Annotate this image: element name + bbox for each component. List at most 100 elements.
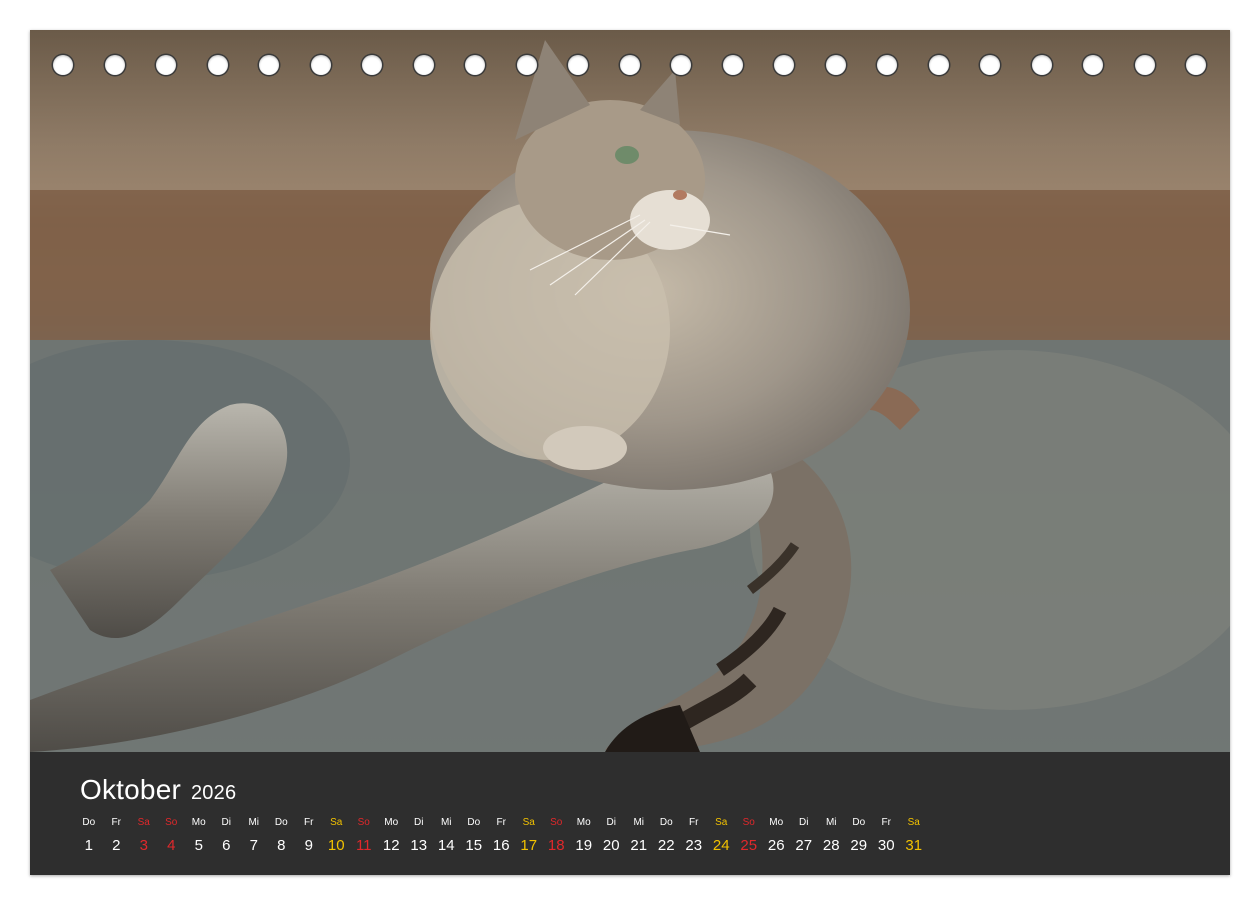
binding-hole: [53, 55, 73, 75]
binding-hole: [671, 55, 691, 75]
weekday-label: So: [357, 817, 370, 828]
day-number: 11: [355, 837, 372, 854]
binding-hole: [104, 55, 125, 75]
day-number: 31: [905, 837, 923, 854]
binding-hole: [413, 55, 434, 75]
day-number: 18: [547, 837, 565, 854]
binding-hole: [619, 55, 640, 75]
binding-hole: [310, 55, 331, 75]
day-number: 1: [84, 837, 93, 854]
day-cell: Sa 17: [515, 816, 543, 855]
binding-hole: [774, 55, 794, 75]
day-number: 7: [249, 837, 258, 854]
day-cell: Sa 24: [708, 816, 736, 855]
day-cell: Do 8: [268, 816, 296, 855]
day-cell: Di 6: [213, 816, 241, 855]
day-number: 23: [685, 837, 703, 854]
weekday-label: So: [742, 817, 755, 828]
binding-hole: [722, 55, 743, 75]
day-cell: Mo 5: [185, 816, 213, 855]
day-number: 2: [112, 837, 121, 854]
binding-hole: [980, 55, 1000, 75]
day-number: 25: [740, 837, 758, 854]
weekday-label: Sa: [137, 817, 150, 828]
weekday-label: So: [550, 817, 563, 828]
binding-hole: [465, 55, 485, 75]
weekday-label: Mi: [248, 817, 260, 828]
day-number: 17: [520, 837, 538, 854]
binding-hole: [207, 55, 228, 75]
weekday-label: Do: [82, 817, 96, 828]
binding-hole: [1134, 55, 1155, 75]
weekday-label: So: [165, 817, 178, 828]
day-cell: Mo 19: [570, 816, 598, 855]
weekday-label: Sa: [715, 817, 728, 828]
day-cell: Do 15: [460, 816, 488, 855]
binding-hole: [1031, 55, 1052, 75]
weekday-label: Do: [467, 817, 481, 828]
day-number: 13: [410, 837, 428, 854]
weekday-label: Mo: [191, 817, 206, 828]
weekday-label: Sa: [907, 817, 920, 828]
day-cell: Do 29: [845, 816, 873, 855]
weekday-label: Fr: [111, 817, 121, 828]
day-cell: Mo 26: [763, 816, 791, 855]
day-number: 21: [630, 837, 648, 854]
day-number: 9: [304, 837, 313, 854]
day-number: 22: [657, 837, 675, 854]
weekday-label: Do: [852, 817, 866, 828]
weekday-label: Mo: [384, 817, 399, 828]
binding-hole: [1186, 55, 1206, 75]
weekday-label: Mi: [440, 817, 452, 828]
weekday-label: Mo: [769, 817, 784, 828]
day-cell: Fr 23: [680, 816, 708, 855]
day-cell: Sa 3: [130, 816, 158, 855]
day-number: 30: [877, 837, 895, 854]
calendar-page: Oktober 2026 Do 1 Fr 2 Sa 3 So 4 Mo 5 Di 6 Mi 7 Do 8 Fr 9…: [30, 30, 1230, 875]
day-cell: Di 27: [790, 816, 818, 855]
binding-hole: [825, 55, 846, 75]
weekday-label: Do: [274, 817, 288, 828]
weekday-label: Mi: [825, 817, 837, 828]
day-number: 5: [194, 837, 203, 854]
day-cell: So 4: [158, 816, 186, 855]
day-cell: Mo 12: [378, 816, 406, 855]
wildcat-illustration: [30, 30, 1230, 752]
day-number: 6: [222, 837, 231, 854]
weekday-label: Fr: [304, 817, 314, 828]
weekday-label: Sa: [330, 817, 343, 828]
day-cell: Fr 30: [873, 816, 901, 855]
day-cell: Do 1: [75, 816, 103, 855]
day-number: 14: [437, 837, 455, 854]
binding-hole: [877, 55, 897, 75]
weekday-label: Di: [606, 817, 616, 828]
weekday-label: Di: [799, 817, 809, 828]
day-cell: So 11: [350, 816, 378, 855]
month-title: Oktober 2026: [80, 774, 236, 806]
day-number: 16: [492, 837, 510, 854]
day-cell: Mi 28: [818, 816, 846, 855]
weekday-label: Fr: [881, 817, 891, 828]
day-number: 27: [795, 837, 813, 854]
day-number: 10: [327, 837, 345, 854]
day-cell: So 25: [735, 816, 763, 855]
binding-holes: [30, 30, 1230, 102]
weekday-label: Di: [221, 817, 231, 828]
day-number: 29: [850, 837, 868, 854]
day-cell: Do 22: [653, 816, 681, 855]
calendar-bar: Oktober 2026 Do 1 Fr 2 Sa 3 So 4 Mo 5 Di 6 Mi 7 Do 8 Fr 9…: [30, 752, 1230, 875]
month-name: Oktober: [80, 774, 181, 805]
day-cell: Sa 31: [900, 816, 928, 855]
day-number: 15: [465, 837, 483, 854]
weekday-label: Mo: [576, 817, 591, 828]
weekday-label: Fr: [689, 817, 699, 828]
day-number: 26: [767, 837, 785, 854]
day-cell: Di 13: [405, 816, 433, 855]
binding-hole: [928, 55, 949, 75]
day-number: 3: [139, 837, 148, 854]
day-cell: Sa 10: [323, 816, 351, 855]
day-cell: Di 20: [598, 816, 626, 855]
weekday-label: Sa: [522, 817, 535, 828]
day-number: 4: [167, 837, 176, 854]
weekday-label: Do: [659, 817, 673, 828]
